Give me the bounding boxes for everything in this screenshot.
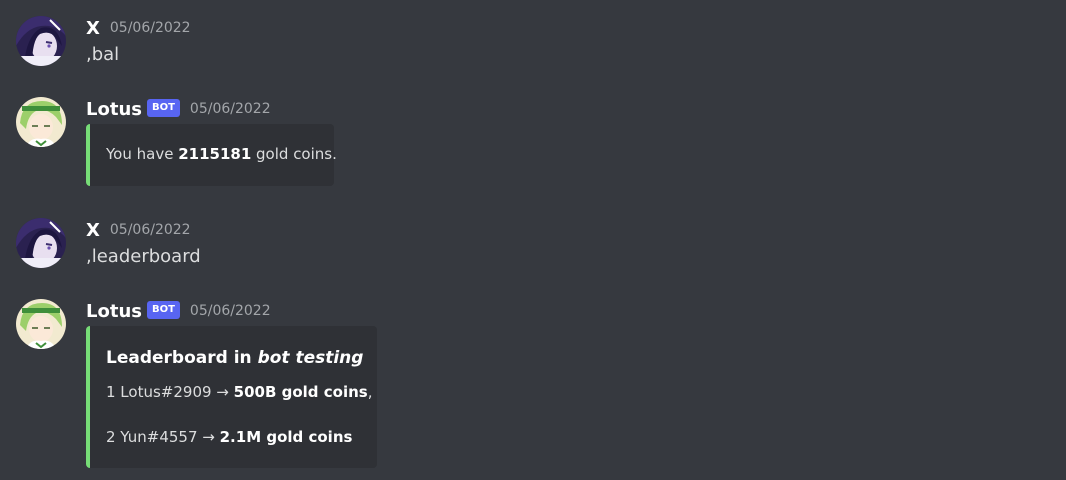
message: X 05/06/2022 ,leaderboard [0,218,1066,272]
embed-description: You have 2115181 gold coins. [106,145,337,163]
message-content: ,bal [86,44,120,65]
timestamp[interactable]: 05/06/2022 [110,20,191,36]
username[interactable]: Lotus [86,301,142,322]
username[interactable]: X [86,18,100,39]
bot-avatar-icon[interactable] [16,97,66,147]
timestamp[interactable]: 05/06/2022 [190,101,271,117]
chat-messages: X 05/06/2022 ,bal Lotus BOT 05/06/2022 Y [0,0,1066,480]
message-content: ,leaderboard [86,246,201,267]
bot-tag: BOT [146,301,180,319]
message: Lotus BOT 05/06/2022 Leaderboard in bot … [0,299,1066,469]
leaderboard-row: 2 Yun#4557 → 2.1M gold coins [106,428,353,446]
embed-title: Leaderboard in bot testing [106,348,364,368]
leaderboard-row: 1 Lotus#2909 → 500B gold coins, [106,383,373,401]
timestamp[interactable]: 05/06/2022 [110,222,191,238]
channel-name: bot testing [257,348,364,368]
username[interactable]: X [86,220,100,241]
user-avatar-icon[interactable] [16,16,66,66]
bot-tag: BOT [146,99,180,117]
username[interactable]: Lotus [86,99,142,120]
message: Lotus BOT 05/06/2022 You have 2115181 go… [0,97,1066,187]
leaderboard-embed: Leaderboard in bot testing 1 Lotus#2909 … [86,326,377,468]
embed: You have 2115181 gold coins. [86,124,337,186]
user-avatar-icon[interactable] [16,218,66,268]
bot-avatar-icon[interactable] [16,299,66,349]
balance-value: 2115181 [178,145,252,163]
timestamp[interactable]: 05/06/2022 [190,303,271,319]
message: X 05/06/2022 ,bal [0,16,1066,70]
